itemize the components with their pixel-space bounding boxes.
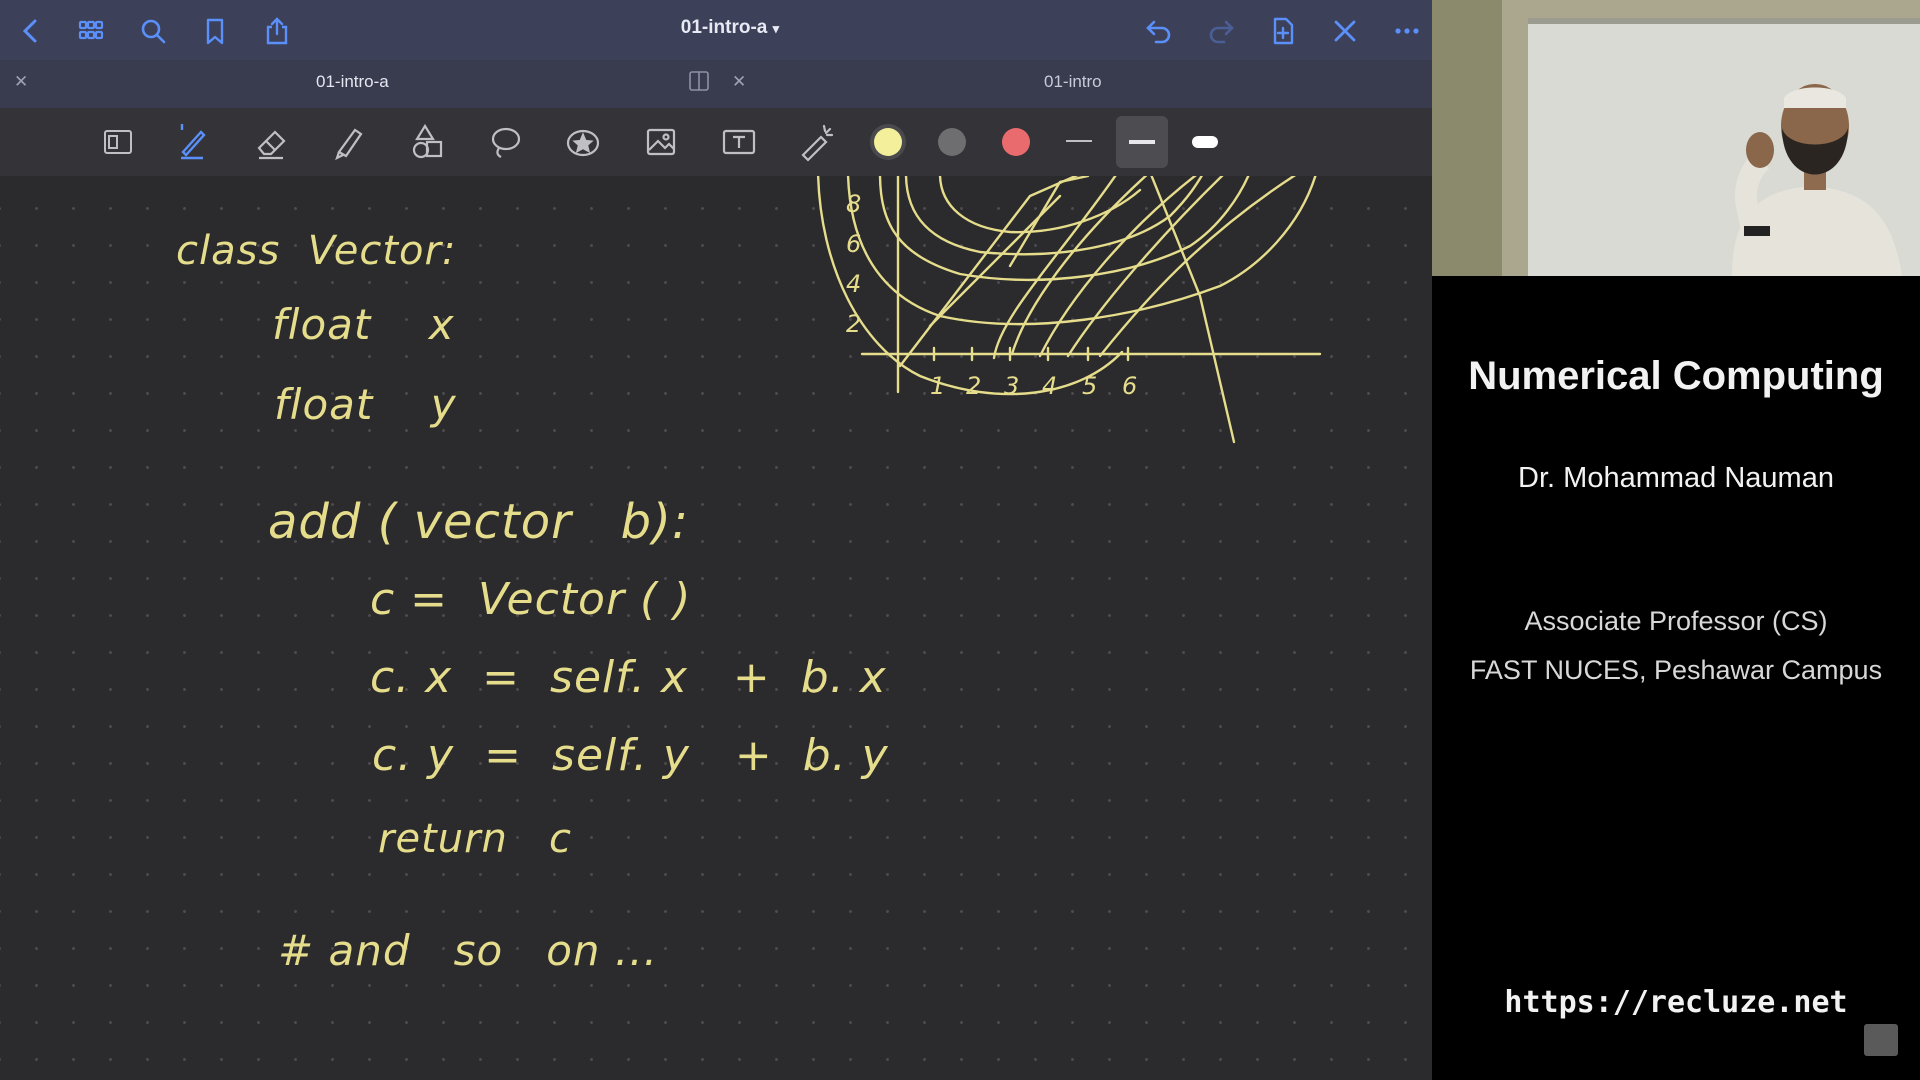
close-tab-icon[interactable]: ✕ — [732, 72, 746, 92]
search-icon[interactable] — [136, 14, 170, 48]
add-page-icon[interactable] — [1266, 14, 1300, 48]
institution-name: FAST NUCES, Peshawar Campus — [1469, 655, 1883, 685]
graph-x-tick: 2 — [966, 372, 981, 400]
eraser-tool-icon[interactable] — [246, 118, 296, 166]
notes-app-window: 01-intro-a ▾ ✕ 01-intro-a ✕ 01-intro 8 6… — [0, 0, 1432, 1080]
image-tool-icon[interactable] — [636, 118, 686, 166]
graph-x-tick: 5 — [1082, 372, 1097, 400]
close-icon[interactable] — [1328, 14, 1362, 48]
split-view-icon[interactable] — [688, 70, 710, 97]
note-canvas[interactable]: 8 6 4 2 1 2 3 4 5 6 class Vector: float … — [0, 176, 1432, 1080]
code-line-add-method: add ( vector b): — [268, 494, 689, 550]
lecturer-webcam-video — [1432, 0, 1920, 276]
course-info-panel: Numerical Computing Dr. Mohammad Nauman … — [1432, 276, 1920, 1080]
undo-icon[interactable] — [1142, 14, 1176, 48]
course-title: Numerical Computing — [1468, 354, 1884, 398]
code-line-add-y: c. y = self. y + b. y — [372, 730, 889, 781]
document-title[interactable]: 01-intro-a ▾ — [620, 17, 840, 39]
stroke-width-thin[interactable] — [1066, 140, 1092, 142]
handwritten-graph: 8 6 4 2 1 2 3 4 5 6 — [816, 176, 1322, 444]
tool-bar — [0, 108, 1432, 176]
code-line-float-x: float x — [272, 300, 455, 349]
chevron-down-icon: ▾ — [772, 21, 780, 36]
color-swatch-red[interactable] — [1002, 128, 1030, 156]
lecturer-role: Associate Professor (CS) — [1524, 606, 1828, 636]
share-icon[interactable] — [260, 14, 294, 48]
document-title-text: 01-intro-a — [680, 17, 768, 38]
caption-icon[interactable] — [1864, 1024, 1898, 1056]
tab-01-intro[interactable]: 01-intro — [1044, 72, 1102, 92]
grid-icon[interactable] — [74, 14, 108, 48]
code-line-float-y: float y — [274, 380, 457, 429]
lecturer-name: Dr. Mohammad Nauman — [1518, 462, 1834, 494]
bookmark-icon[interactable] — [198, 14, 232, 48]
sticker-tool-icon[interactable] — [558, 118, 608, 166]
tab-01-intro-a[interactable]: 01-intro-a — [316, 72, 389, 92]
graph-y-tick: 4 — [846, 270, 861, 298]
tab-bar: ✕ 01-intro-a ✕ 01-intro — [0, 60, 1432, 108]
graph-y-tick: 8 — [846, 190, 861, 218]
page-view-icon[interactable] — [92, 118, 142, 166]
color-swatch-yellow[interactable] — [874, 128, 902, 156]
highlighter-tool-icon[interactable] — [324, 118, 374, 166]
website-url[interactable]: https://recluze.net — [1432, 985, 1920, 1020]
more-icon[interactable] — [1390, 14, 1424, 48]
redo-icon[interactable] — [1204, 14, 1238, 48]
pen-tool-icon[interactable] — [168, 118, 218, 166]
close-tab-icon[interactable]: ✕ — [14, 72, 28, 92]
shapes-tool-icon[interactable] — [402, 118, 452, 166]
graph-x-tick: 4 — [1042, 372, 1057, 400]
text-tool-icon[interactable] — [714, 118, 764, 166]
code-line-class: class Vector: — [176, 228, 457, 274]
graph-x-tick: 3 — [1004, 372, 1019, 400]
graph-y-tick: 2 — [846, 310, 861, 338]
code-line-add-x: c. x = self. x + b. x — [370, 652, 887, 703]
color-swatch-gray[interactable] — [938, 128, 966, 156]
top-bar: 01-intro-a ▾ — [0, 0, 1432, 60]
laser-pointer-icon[interactable] — [790, 118, 840, 166]
graph-x-tick: 1 — [930, 372, 945, 400]
graph-x-tick: 6 — [1122, 372, 1137, 400]
code-line-return: return c — [378, 816, 573, 862]
code-line-new-vector: c = Vector ( ) — [370, 574, 692, 625]
code-line-comment: # and so on ... — [278, 926, 658, 975]
graph-y-tick: 6 — [846, 230, 861, 258]
stroke-width-medium-selected[interactable] — [1116, 116, 1168, 168]
lasso-tool-icon[interactable] — [480, 118, 530, 166]
stroke-width-thick[interactable] — [1192, 136, 1218, 148]
back-icon[interactable] — [14, 14, 48, 48]
